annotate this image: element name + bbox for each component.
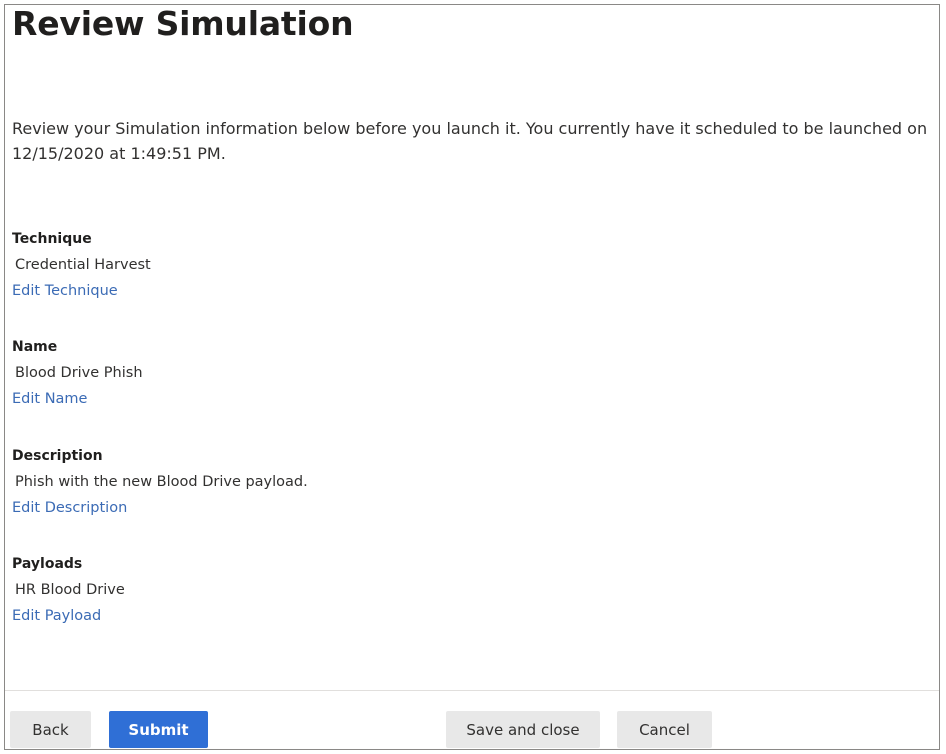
cancel-button[interactable]: Cancel xyxy=(617,711,712,748)
edit-payload-link[interactable]: Edit Payload xyxy=(12,606,101,626)
page-title: Review Simulation xyxy=(12,4,354,43)
technique-section: Technique Credential Harvest Edit Techni… xyxy=(12,229,151,301)
edit-name-link[interactable]: Edit Name xyxy=(12,389,87,409)
payloads-label: Payloads xyxy=(12,556,83,572)
footer-divider xyxy=(5,690,939,691)
name-label: Name xyxy=(12,339,58,355)
description-section: Description Phish with the new Blood Dri… xyxy=(12,446,308,518)
payloads-section: Payloads HR Blood Drive Edit Payload xyxy=(12,554,125,626)
submit-button[interactable]: Submit xyxy=(109,711,208,748)
intro-text: Review your Simulation information below… xyxy=(12,119,928,163)
technique-label: Technique xyxy=(12,231,92,247)
edit-technique-link[interactable]: Edit Technique xyxy=(12,281,118,301)
review-simulation-panel: Review Simulation Review your Simulation… xyxy=(4,4,940,750)
description-label: Description xyxy=(12,448,103,464)
save-and-close-button[interactable]: Save and close xyxy=(446,711,600,748)
payloads-value: HR Blood Drive xyxy=(15,582,125,598)
description-value: Phish with the new Blood Drive payload. xyxy=(15,474,308,490)
edit-description-link[interactable]: Edit Description xyxy=(12,498,127,518)
technique-value: Credential Harvest xyxy=(15,257,151,273)
name-value: Blood Drive Phish xyxy=(15,365,143,381)
back-button[interactable]: Back xyxy=(10,711,91,748)
name-section: Name Blood Drive Phish Edit Name xyxy=(12,337,143,409)
